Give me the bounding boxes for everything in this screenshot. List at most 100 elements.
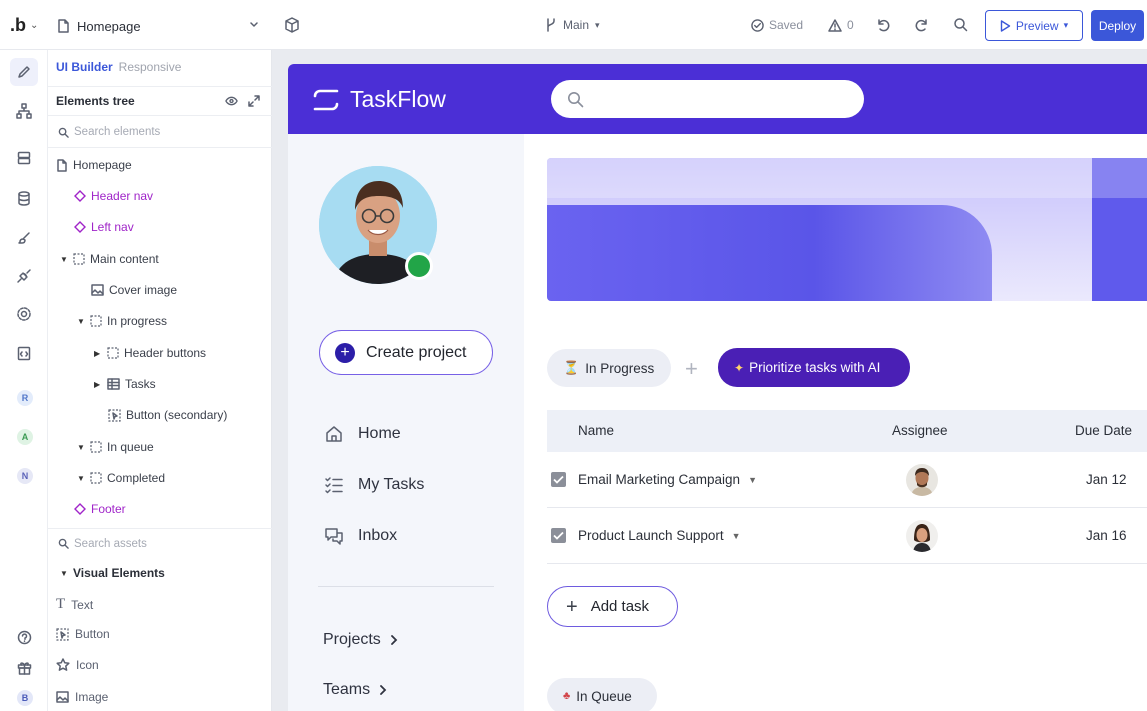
visual-elements-section[interactable]: ▼ Visual Elements [60,562,165,584]
tree-item-completed[interactable]: ▼ Completed [77,467,165,489]
tree-item-tasks[interactable]: ▶ Tasks [94,373,156,395]
prioritize-ai-button[interactable]: ✦ Prioritize tasks with AI [718,348,910,387]
hierarchy-icon[interactable] [14,101,34,121]
tree-item-homepage[interactable]: Homepage [56,154,132,176]
assignee-avatar[interactable] [906,520,938,552]
tree-item-main-content[interactable]: ▼ Main content [60,248,159,270]
chevron-right-icon [390,635,398,645]
row-checkbox[interactable] [551,472,566,487]
caret-down-icon[interactable]: ▼ [77,317,85,326]
warnings-indicator[interactable]: 0 [828,18,854,32]
container-icon [90,472,102,484]
nav-item-inbox[interactable]: Inbox [324,526,397,546]
deploy-button[interactable]: Deploy [1091,10,1144,41]
nav-item-teams[interactable]: Teams [323,681,388,699]
gear-icon[interactable] [14,304,34,324]
components-cube-icon[interactable] [284,17,300,33]
caret-down-icon[interactable]: ▼ [748,475,757,485]
page-select[interactable]: Homepage [48,12,269,40]
star-icon [56,658,70,671]
caret-down-icon[interactable]: ▼ [732,531,741,541]
tasks-table-header: Name Assignee Due Date [547,410,1147,452]
user-avatar-a[interactable]: A [17,429,33,445]
in-progress-chip[interactable]: ⏳ In Progress [547,349,671,387]
page-select-value: Homepage [77,18,141,34]
user-avatar-r[interactable]: R [17,390,33,406]
create-project-button[interactable]: + Create project [319,330,493,375]
tree-item-in-progress[interactable]: ▼ In progress [77,310,167,332]
table-icon [107,378,120,390]
app-search-input[interactable] [551,80,864,118]
branch-select[interactable]: Main ▾ [545,18,600,32]
component-diamond-icon [74,190,86,202]
online-status-dot [405,252,433,280]
asset-icon[interactable]: Icon [56,658,99,672]
assignee-avatar[interactable] [906,464,938,496]
plug-icon[interactable] [14,266,34,286]
caret-down-icon[interactable]: ▼ [77,443,85,452]
caret-right-icon[interactable]: ▶ [94,349,102,358]
brush-icon[interactable] [14,228,34,248]
branch-label: Main [563,18,590,32]
nav-item-projects[interactable]: Projects [323,631,399,649]
caret-right-icon[interactable]: ▶ [94,380,102,389]
caret-down-icon[interactable]: ▼ [60,255,68,264]
assets-search-input[interactable]: Search assets [48,528,272,558]
server-icon[interactable] [14,148,34,168]
column-assignee[interactable]: Assignee [892,423,948,438]
tree-item-in-queue[interactable]: ▼ In queue [77,436,154,458]
hourglass-icon: ⏳ [563,360,580,375]
tab-ui-builder[interactable]: UI Builder [56,60,113,74]
tree-item-header-nav[interactable]: Header nav [74,185,153,207]
nav-item-home[interactable]: Home [324,424,401,444]
asset-text[interactable]: T Text [56,596,93,613]
due-date: Jan 12 [1086,472,1127,487]
app-brand[interactable]: TaskFlow [312,86,446,113]
preview-button[interactable]: Preview ▾ [985,10,1083,41]
in-queue-chip[interactable]: ♣ In Queue [547,678,657,711]
top-toolbar: .b ⌄ Homepage Main ▾ Saved 0 Preview ▾ D… [0,0,1147,50]
column-due-date[interactable]: Due Date [1075,423,1132,438]
eye-icon[interactable] [225,95,238,107]
user-avatar-n[interactable]: N [17,468,33,484]
database-icon[interactable] [14,188,34,208]
table-row[interactable]: Product Launch Support ▼ Jan 16 [547,508,1147,564]
undo-icon[interactable] [875,17,891,33]
cover-image [547,158,1147,301]
sparkle-icon: ✦ [734,360,745,375]
text-icon: T [56,596,66,612]
tree-item-cover-image[interactable]: Cover image [91,279,177,301]
expand-icon[interactable] [248,95,260,107]
container-icon [90,315,102,327]
elements-tree-title: Elements tree [56,94,135,108]
tree-item-footer[interactable]: Footer [74,498,126,520]
caret-down-icon[interactable]: ▼ [77,474,85,483]
container-icon [90,441,102,453]
asset-button[interactable]: Button [56,627,110,641]
tree-item-left-nav[interactable]: Left nav [74,216,134,238]
plus-icon: + [566,595,578,618]
add-task-button[interactable]: + Add task [547,586,678,627]
workspace-menu[interactable]: .b ⌄ [10,15,38,36]
nav-item-my-tasks[interactable]: My Tasks [324,475,424,495]
search-icon[interactable] [953,17,968,32]
assets-search-placeholder: Search assets [74,537,147,550]
gift-icon[interactable] [14,657,34,677]
pencil-icon[interactable] [10,58,38,86]
row-checkbox[interactable] [551,528,566,543]
table-row[interactable]: Email Marketing Campaign ▼ Jan 12 [547,452,1147,508]
asset-image[interactable]: Image [56,690,108,704]
elements-search-input[interactable]: Search elements [48,117,272,148]
warning-icon [828,18,842,32]
column-name[interactable]: Name [578,423,614,438]
add-filter-plus-icon[interactable]: + [685,356,698,382]
document-code-icon[interactable] [14,343,34,363]
checklist-icon [325,477,343,494]
tab-responsive[interactable]: Responsive [119,60,182,74]
user-avatar-b[interactable]: B [17,690,33,706]
help-icon[interactable] [14,627,34,647]
tree-item-header-buttons[interactable]: ▶ Header buttons [94,342,206,364]
search-icon [58,538,69,549]
redo-icon[interactable] [914,17,930,33]
tree-item-button-secondary[interactable]: Button (secondary) [108,404,227,426]
